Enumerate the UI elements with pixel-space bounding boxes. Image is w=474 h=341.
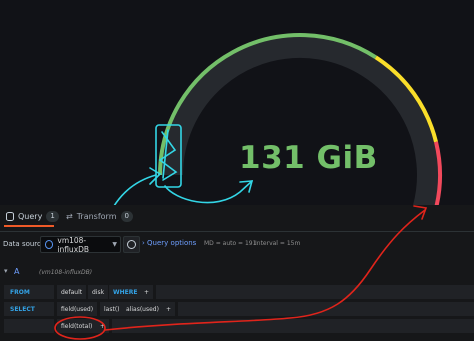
chevron-right-icon: ›	[142, 239, 145, 247]
add-select-part-button[interactable]: +	[162, 302, 176, 316]
datasource-picker[interactable]: vm108-influxDB ▼	[40, 235, 121, 254]
datasource-help-button[interactable]	[123, 236, 140, 253]
query-options-toggle[interactable]: › Query options	[142, 239, 196, 247]
gauge-track	[161, 35, 439, 205]
editor-tabs: Query 1 ⇄ Transform 0	[0, 205, 474, 232]
query-letter: A	[14, 267, 20, 276]
tab-count-badge: 1	[46, 211, 59, 222]
database-icon	[6, 212, 14, 221]
select-keyword: SELECT	[4, 302, 54, 316]
query-options-label: Query options	[147, 239, 197, 247]
select-keyword-spacer	[4, 319, 54, 333]
chevron-down-icon: ▼	[112, 241, 117, 248]
datasource-selected: vm108-influxDB	[57, 235, 90, 254]
cyan-arrow-to-value	[164, 180, 253, 204]
last-function-segment[interactable]: last()	[100, 302, 124, 316]
query-datasource-hint: (vm108-influxDB)	[39, 269, 93, 276]
tab-query[interactable]: Query 1	[6, 211, 59, 222]
cyan-arrow-to-field	[113, 174, 157, 205]
measurement-segment[interactable]: disk	[88, 285, 109, 299]
interval-info: Interval = 15m	[255, 240, 301, 247]
cyan-annotation	[113, 124, 254, 205]
alias-segment[interactable]: alias(used)	[122, 302, 163, 316]
select-row-1-fill	[178, 302, 474, 316]
clock-icon	[127, 240, 136, 249]
query-a-header[interactable]: ▾ A (vm108-influxDB)	[0, 264, 474, 280]
retention-policy-segment[interactable]: default	[57, 285, 87, 299]
select-row-2-fill	[112, 319, 474, 333]
grafana-panel-editor: 131 GiB Query 1 ⇄ Transform 0 Data sourc…	[0, 0, 474, 341]
select-row-1: SELECT field(used) last() alias(used) +	[4, 302, 474, 316]
select-row-2: field(total) +	[4, 319, 474, 333]
tab-transform[interactable]: ⇄ Transform 0	[66, 211, 133, 222]
gauge-chart	[113, 33, 442, 205]
tab-label: Query	[18, 212, 43, 221]
from-keyword: FROM	[4, 285, 54, 299]
active-tab-indicator	[4, 225, 54, 227]
field-used-segment[interactable]: field(used)	[57, 302, 98, 316]
gauge-panel: 131 GiB	[0, 0, 474, 205]
where-keyword: WHERE	[109, 285, 142, 299]
chevron-down-icon[interactable]: ▾	[4, 267, 8, 275]
influxdb-icon	[45, 240, 54, 249]
max-data-points-info: MD = auto = 191	[204, 240, 257, 247]
transform-icon: ⇄	[66, 212, 73, 221]
add-select-part-button[interactable]: +	[96, 319, 110, 333]
field-total-segment[interactable]: field(total)	[57, 319, 97, 333]
add-where-button[interactable]: +	[140, 285, 154, 299]
tab-label: Transform	[76, 212, 117, 221]
gauge-value: 131 GiB	[239, 140, 378, 176]
datasource-row: Data source vm108-influxDB ▼ › Query opt…	[0, 232, 474, 254]
from-row-fill	[156, 285, 474, 299]
datasource-label: Data source	[3, 240, 46, 248]
tab-count-badge: 0	[120, 211, 133, 222]
from-row: FROM default disk WHERE +	[4, 285, 474, 299]
